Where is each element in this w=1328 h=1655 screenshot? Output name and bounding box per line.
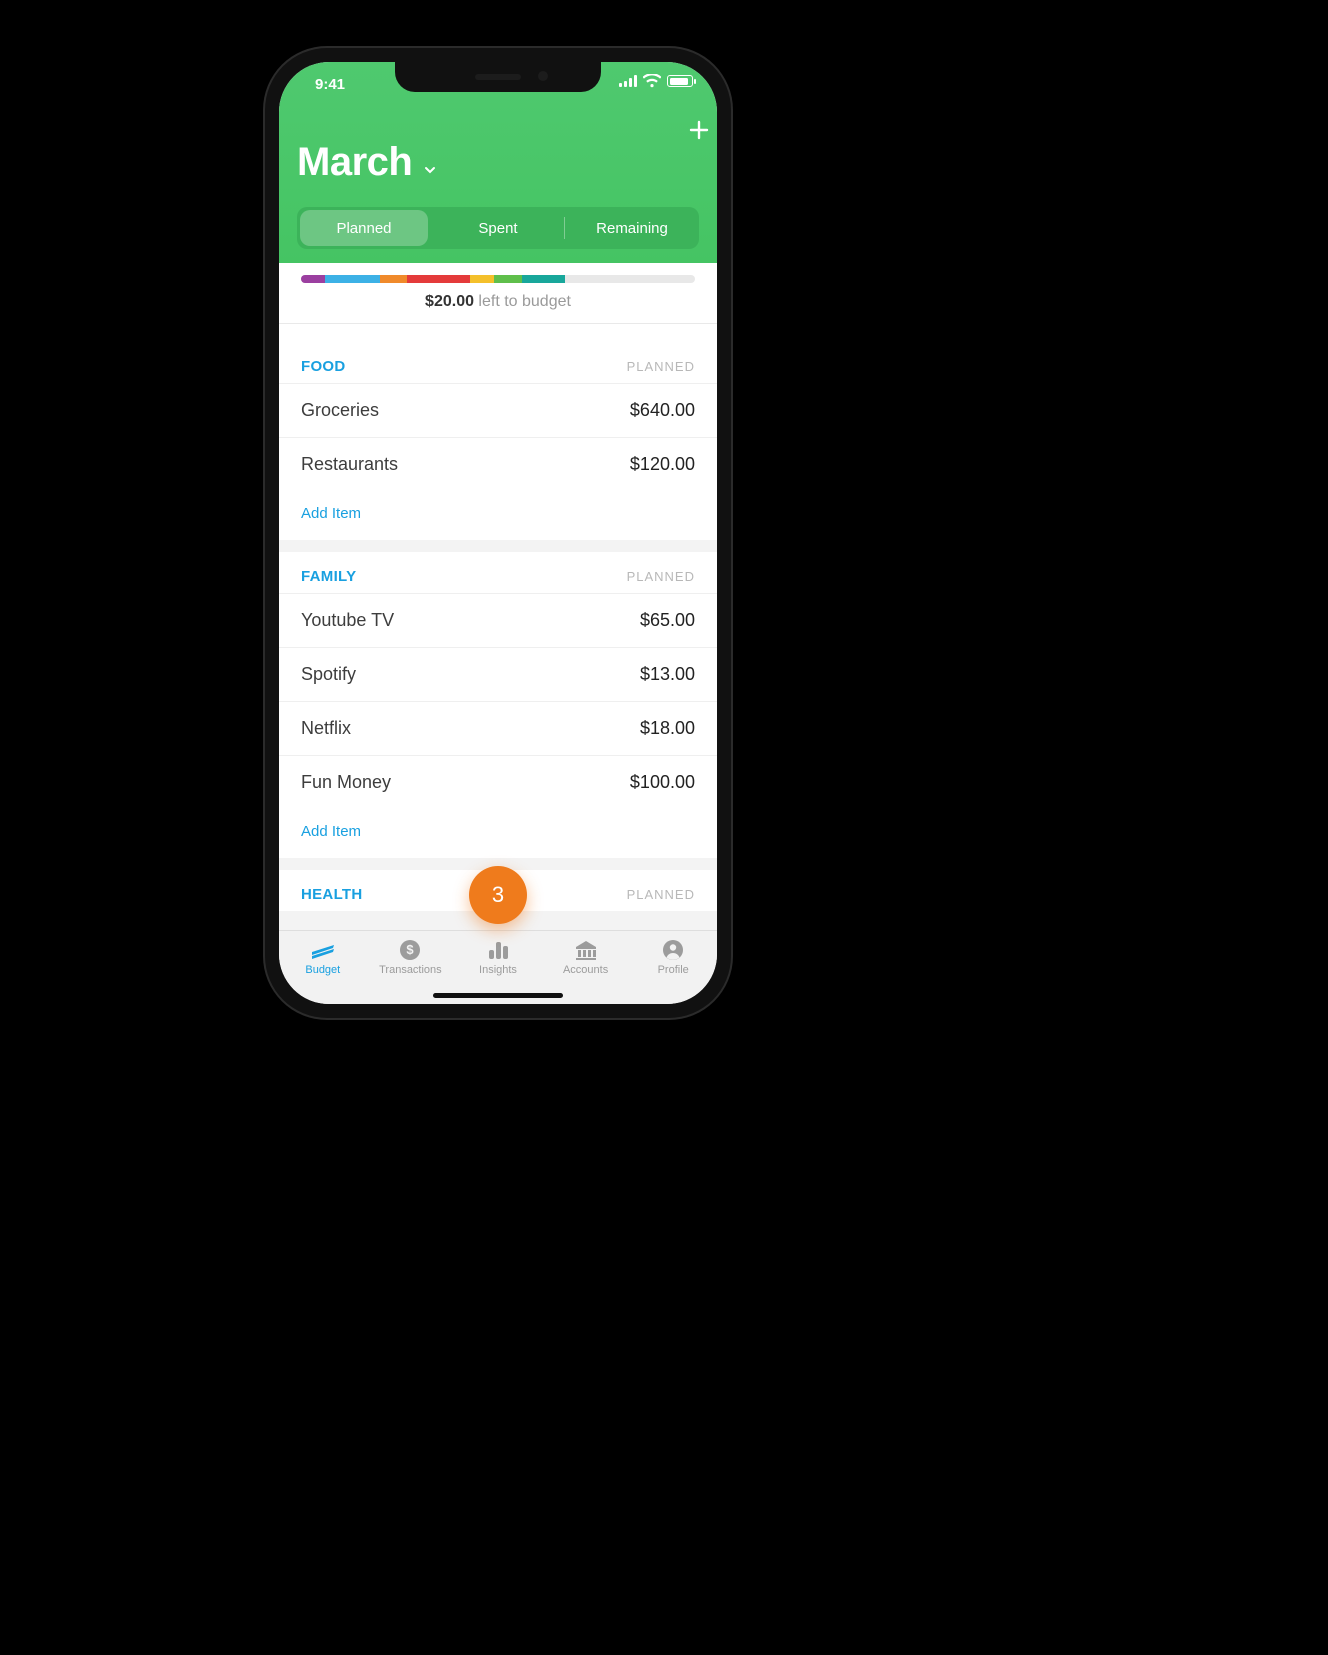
wifi-icon [643, 74, 661, 88]
fab-count: 3 [492, 882, 504, 908]
pending-transactions-fab[interactable]: 3 [469, 866, 527, 924]
dollar-circle-icon: $ [399, 939, 421, 961]
chevron-down-icon [422, 162, 438, 178]
category-food: FOOD PLANNED Groceries $640.00 Restaurants $1… [279, 342, 717, 540]
budget-line-item[interactable]: Groceries $640.00 [279, 383, 717, 437]
phone-frame: 9:41 March [265, 48, 731, 1018]
app-header: 9:41 March [279, 62, 717, 263]
tab-profile[interactable]: Profile [629, 939, 717, 976]
svg-text:$: $ [407, 942, 415, 957]
tab-transactions[interactable]: $ Transactions [367, 939, 455, 976]
line-label: Restaurants [301, 454, 398, 475]
line-label: Spotify [301, 664, 356, 685]
screen: 9:41 March [279, 62, 717, 1004]
tab-insights[interactable]: Insights [454, 939, 542, 976]
category-name[interactable]: FAMILY [301, 568, 356, 585]
line-label: Groceries [301, 400, 379, 421]
status-time: 9:41 [315, 76, 345, 93]
segment-spent[interactable]: Spent [431, 207, 565, 249]
line-amount: $640.00 [630, 400, 695, 421]
line-label: Youtube TV [301, 610, 394, 631]
add-item-button[interactable]: Add Item [279, 809, 717, 858]
column-label: PLANNED [627, 569, 695, 584]
left-to-budget-text: $20.00 left to budget [301, 293, 695, 311]
line-amount: $120.00 [630, 454, 695, 475]
left-to-budget-card: $20.00 left to budget [279, 263, 717, 324]
segment-planned[interactable]: Planned [300, 210, 428, 246]
bar-chart-icon [487, 939, 509, 961]
cellular-icon [619, 75, 637, 87]
category-family: FAMILY PLANNED Youtube TV $65.00 Spotify $13.… [279, 552, 717, 858]
line-amount: $65.00 [640, 610, 695, 631]
line-amount: $100.00 [630, 772, 695, 793]
plus-icon [688, 119, 710, 141]
budget-icon [310, 939, 336, 961]
profile-icon [662, 939, 684, 961]
segment-remaining[interactable]: Remaining [565, 207, 699, 249]
budget-line-item[interactable]: Fun Money $100.00 [279, 755, 717, 809]
column-label: PLANNED [627, 887, 695, 902]
line-label: Netflix [301, 718, 351, 739]
budget-line-item[interactable]: Netflix $18.00 [279, 701, 717, 755]
column-label: PLANNED [627, 359, 695, 374]
line-amount: $13.00 [640, 664, 695, 685]
view-segmented-control: Planned Spent Remaining [297, 207, 699, 249]
add-item-button[interactable]: Add Item [279, 491, 717, 540]
device-notch [395, 62, 601, 92]
bank-icon [575, 939, 597, 961]
budget-list[interactable]: FOOD PLANNED Groceries $640.00 Restaurants $1… [279, 342, 717, 930]
line-label: Fun Money [301, 772, 391, 793]
budget-meter [301, 275, 695, 283]
tab-budget[interactable]: Budget [279, 939, 367, 976]
budget-line-item[interactable]: Youtube TV $65.00 [279, 593, 717, 647]
budget-line-item[interactable]: Spotify $13.00 [279, 647, 717, 701]
month-selector[interactable]: March [297, 140, 412, 185]
category-name[interactable]: HEALTH [301, 886, 363, 903]
home-indicator[interactable] [433, 993, 563, 998]
category-name[interactable]: FOOD [301, 358, 346, 375]
line-amount: $18.00 [640, 718, 695, 739]
battery-icon [667, 75, 693, 87]
add-button[interactable] [683, 114, 715, 146]
budget-line-item[interactable]: Restaurants $120.00 [279, 437, 717, 491]
tab-accounts[interactable]: Accounts [542, 939, 630, 976]
